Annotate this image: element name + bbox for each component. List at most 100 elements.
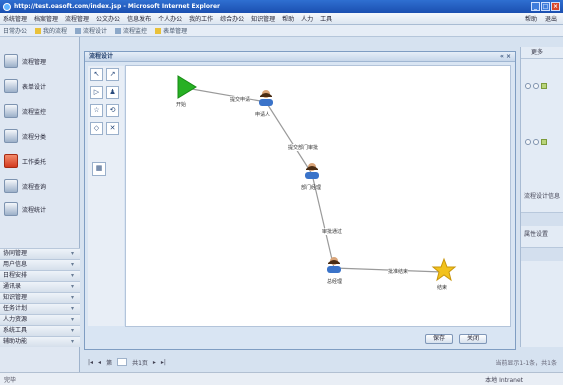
accordion-row[interactable]: 知识管理 ▾ [0,292,80,303]
menu-item[interactable]: 帮助 [282,14,294,23]
app-icon [4,129,18,143]
end-node-tool-icon[interactable]: ☆ [90,104,103,117]
next-page-icon[interactable]: ▸ [153,359,156,366]
accordion-label: 辅助功能 [3,338,28,345]
menu-item[interactable]: 个人办公 [158,14,182,23]
accordion-row[interactable]: 人力资源 ▾ [0,314,80,325]
accordion-row[interactable]: 任务计划 ▾ [0,303,80,314]
edit-icon[interactable] [541,83,547,89]
node-label: 结束 [437,285,448,291]
accordion-label: 协同管理 [3,250,28,257]
right-panel-stripe [521,212,563,226]
pager-info: 当前显示1-1条，共1条 [495,359,557,367]
menu-right: 帮助 退出 [525,14,563,23]
task-node-n1[interactable] [259,90,273,106]
toolbar-item[interactable]: 流程监控 [115,26,147,35]
first-page-icon[interactable]: |◂ [88,359,93,366]
menu-item[interactable]: 系统管理 [3,14,27,23]
search-icon [75,27,82,34]
sidebar-accordion: 协同管理 ▾ 用户信息 ▾ 日程安排 ▾ 通讯录 ▾ 知识管理 ▾ 任务计划 ▾ 人力资源 ▾… [0,248,80,347]
chevron-down-icon: ▾ [70,294,74,301]
sidebar-item-stats[interactable]: 流程统计 [4,200,46,218]
sidebar-item-label: 流程分类 [22,133,47,141]
monitor-icon [115,27,122,34]
page-input[interactable] [117,358,128,366]
edge-label: 批准结束 [388,268,409,275]
end-node[interactable] [431,257,457,282]
menu-item[interactable]: 综合办公 [220,14,244,23]
accordion-label: 知识管理 [3,294,28,301]
menu-item[interactable]: 工具 [320,14,332,23]
accordion-row[interactable]: 协同管理 ▾ [0,248,80,259]
accordion-row[interactable]: 系统工具 ▾ [0,325,80,336]
sidebar-item-label: 流程管理 [22,58,47,66]
status-bar: 完毕 本地 Intranet [0,372,563,385]
toolbar-item[interactable]: 我的流程 [35,26,67,35]
accordion-row[interactable]: 用户信息 ▾ [0,259,80,270]
accordion-row[interactable]: 辅助功能 ▾ [0,336,80,347]
logout-link[interactable]: 退出 [545,14,557,23]
grid-tool-icon[interactable]: ▦ [92,162,106,176]
right-panel-text: 流程设计信息 [524,193,561,200]
workflow-designer-panel: 流程设计 « × ↖ ↗ ▷ ♟ ☆ ⟲ ◇ ✕ ▦ 开始 申请人 部门经理 总… [84,51,516,350]
sidebar-item-form-design[interactable]: 表单设计 [4,77,46,95]
panel-controls[interactable]: « × [500,52,511,62]
sidebar-item-category[interactable]: 流程分类 [4,127,46,145]
start-node[interactable] [177,75,197,99]
app-icon [4,54,18,68]
select-tool-icon[interactable]: ↖ [90,68,103,81]
right-panel: 更多 流程设计信息 属性设置 [520,47,563,347]
close-button[interactable]: 关闭 [459,334,487,344]
edge-n1-n2[interactable] [265,101,313,175]
fork-node-tool-icon[interactable]: ⟲ [106,104,119,117]
task-node-tool-icon[interactable]: ♟ [106,86,119,99]
toolbar-item[interactable]: 流程设计 [75,26,107,35]
window-controls: _ □ × [531,2,560,11]
accordion-row[interactable]: 日程安排 ▾ [0,270,80,281]
menu-item[interactable]: 信息发布 [127,14,151,23]
sidebar-item-delegate[interactable]: 工作委托 [4,152,46,170]
delete-tool-icon[interactable]: ✕ [106,122,119,135]
sidebar-item-monitor[interactable]: 流程监控 [4,102,46,120]
start-node-tool-icon[interactable]: ▷ [90,86,103,99]
toolbar: 日常办公 我的流程 流程设计 流程监控 表单管理 [0,25,563,37]
sidebar-item-flow-manage[interactable]: 流程管理 [4,52,46,70]
folder-icon [35,27,42,34]
last-page-icon[interactable]: ▸| [161,359,166,366]
task-node-n3[interactable] [327,257,341,273]
connect-tool-icon[interactable]: ↗ [106,68,119,81]
toolbar-item[interactable]: 表单管理 [155,26,187,35]
circle-icon[interactable] [525,83,531,89]
toolbar-label: 流程监控 [123,28,148,35]
save-button[interactable]: 保存 [425,334,453,344]
circle-icon[interactable] [533,83,539,89]
circle-icon[interactable] [525,139,531,145]
app-icon [4,104,18,118]
panel-title: 流程设计 [89,53,114,60]
menu-item[interactable]: 公文办公 [96,14,120,23]
help-link[interactable]: 帮助 [525,14,537,23]
edit-icon[interactable] [541,139,547,145]
menu-item[interactable]: 人力 [301,14,313,23]
menu-item[interactable]: 知识管理 [251,14,275,23]
app-icon [4,154,18,168]
circle-icon[interactable] [533,139,539,145]
workflow-canvas[interactable]: 开始 申请人 部门经理 总经理 结束 提交申请 提交部门审批 审批通过 批准结束 [125,65,511,327]
menu-item[interactable]: 流程管理 [65,14,89,23]
node-label: 申请人 [255,112,271,118]
toolbar-item[interactable]: 日常办公 [3,26,27,35]
edge-start-n1[interactable] [185,87,267,103]
maximize-button[interactable]: □ [541,2,550,11]
sidebar-item-query[interactable]: 流程查询 [4,177,46,195]
right-icon-group [525,139,547,145]
menu-item[interactable]: 我的工作 [189,14,213,23]
decision-tool-icon[interactable]: ◇ [90,122,103,135]
prev-page-icon[interactable]: ◂ [98,359,101,366]
accordion-label: 任务计划 [3,305,28,312]
pager: |◂ ◂ 第 共1页 ▸ ▸| 当前显示1-1条，共1条 [84,355,563,369]
app-icon [4,202,18,216]
accordion-row[interactable]: 通讯录 ▾ [0,281,80,292]
close-window-button[interactable]: × [551,2,560,11]
menu-item[interactable]: 档案管理 [34,14,58,23]
minimize-button[interactable]: _ [531,2,540,11]
